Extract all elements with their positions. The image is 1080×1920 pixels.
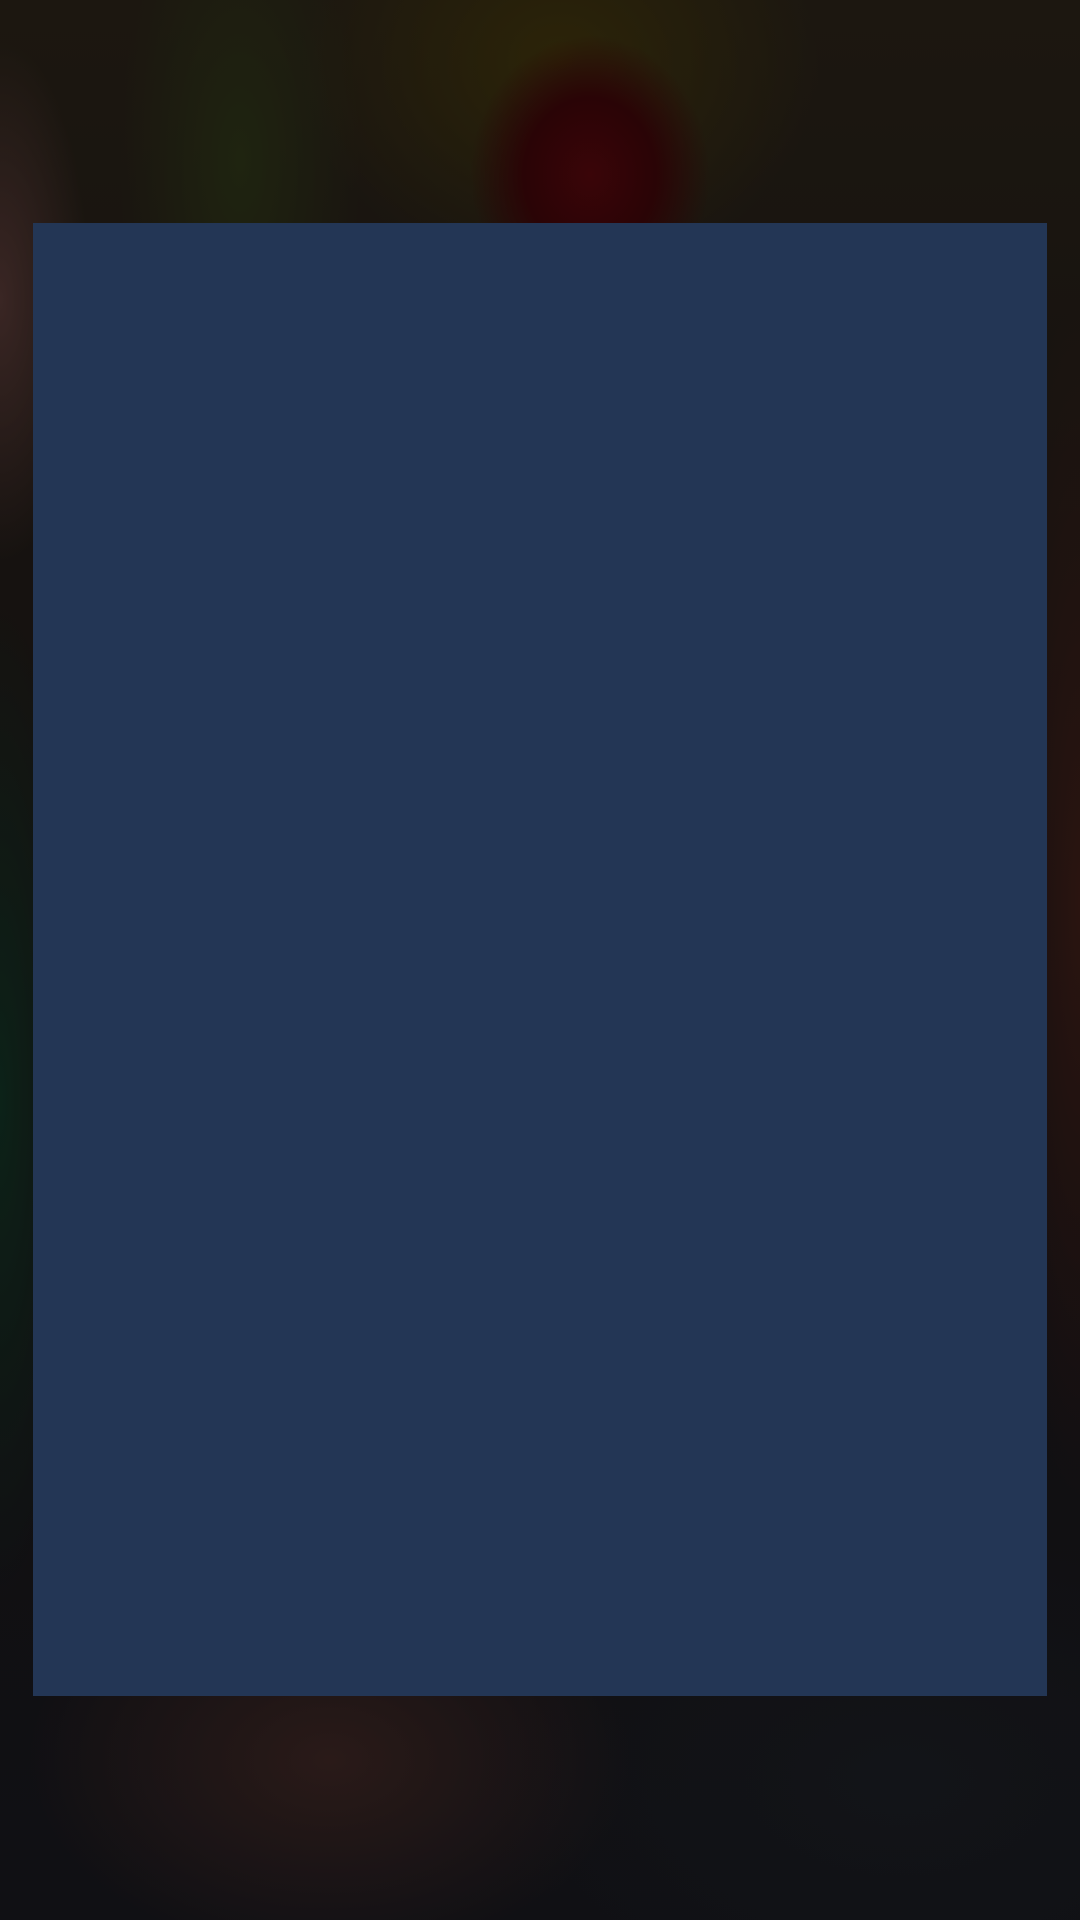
- screen: [0, 0, 1080, 1920]
- blank-dialog-panel: [33, 223, 1047, 1696]
